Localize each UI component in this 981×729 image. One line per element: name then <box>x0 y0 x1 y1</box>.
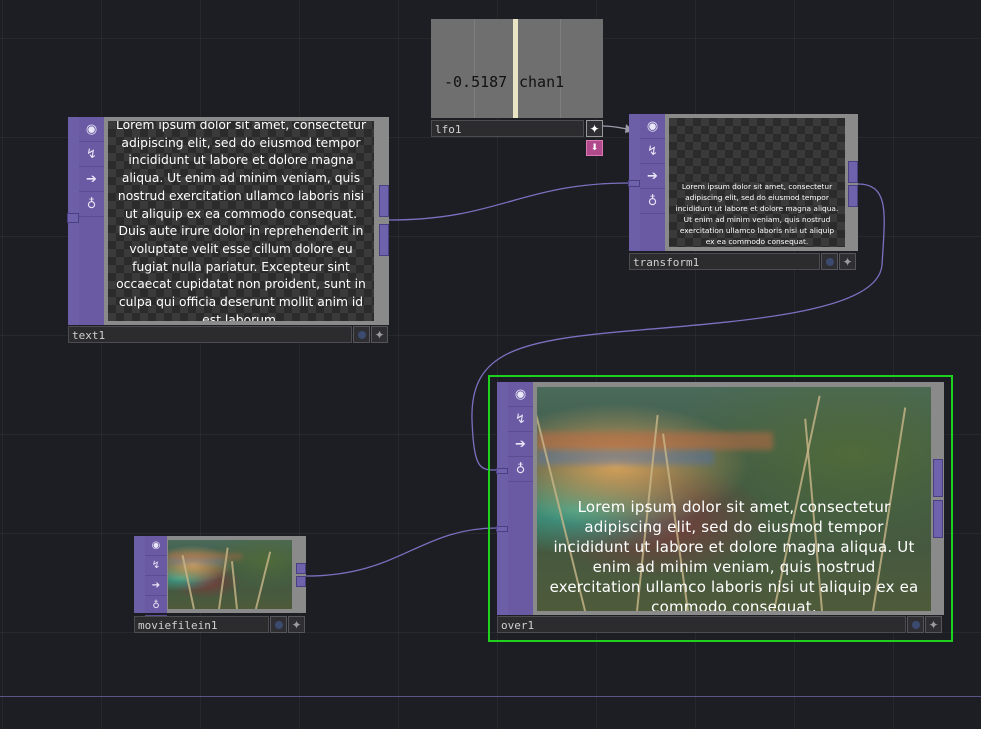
moviefilein1-output-connector[interactable] <box>296 563 306 574</box>
plus-icon: ✦ <box>374 327 385 342</box>
transform1-name[interactable]: transform1 <box>629 253 820 270</box>
viewer-toggle-icon[interactable]: ◉ <box>145 536 167 556</box>
cook-icon[interactable]: ↯ <box>145 556 167 576</box>
moviefilein1-add-button[interactable]: ✦ <box>288 616 305 633</box>
moviefilein1-viewer-button[interactable] <box>270 616 287 633</box>
moviefilein1-icon-column: ◉ ↯ ➔ ♁ <box>145 536 167 616</box>
lfo1-gridline <box>560 19 561 118</box>
bypass-icon[interactable]: ➔ <box>640 164 665 189</box>
lfo1-node[interactable]: -0.5187 chan1 lfo1 ✦ ⬇ <box>431 19 604 156</box>
moviefilein1-output-connector[interactable] <box>296 576 306 587</box>
text1-viewer: Lorem ipsum dolor sit amet, consectetur … <box>108 121 374 321</box>
over1-viewer-text: Lorem ipsum dolor sit amet, consectetur … <box>549 498 919 611</box>
bypass-icon[interactable]: ➔ <box>145 576 167 596</box>
transform1-viewer: Lorem ipsum dolor sit amet, consectetur … <box>669 118 845 247</box>
arrow-down-icon: ⬇ <box>590 143 599 153</box>
wire-text1-transform1[interactable] <box>388 182 631 221</box>
bypass-icon[interactable]: ➔ <box>508 432 533 457</box>
cook-icon[interactable]: ↯ <box>640 139 665 164</box>
transform1-output-connector[interactable] <box>848 185 858 207</box>
cook-icon[interactable]: ↯ <box>508 407 533 432</box>
bypass-icon[interactable]: ➔ <box>79 167 104 192</box>
viewer-dot-icon <box>911 620 920 629</box>
transform1-viewer-button[interactable] <box>821 253 838 270</box>
over1-viewer: Lorem ipsum dolor sit amet, consectetur … <box>537 387 931 611</box>
transform1-input-connector[interactable] <box>628 180 640 187</box>
viewer-toggle-icon[interactable]: ◉ <box>508 382 533 407</box>
text1-icon-column: ◉ ↯ ➔ ♁ <box>79 117 104 325</box>
lfo1-channel: chan1 <box>519 73 565 91</box>
viewer-dot-icon <box>825 257 834 266</box>
lfo1-name[interactable]: lfo1 <box>431 120 584 137</box>
lock-icon[interactable]: ♁ <box>79 192 104 217</box>
lock-icon[interactable]: ♁ <box>145 596 167 616</box>
lfo1-output-marker[interactable]: ⬇ <box>586 140 603 156</box>
transform1-node[interactable]: ◉ ↯ ➔ ♁ Lorem ipsum dolor sit amet, cons… <box>628 114 858 271</box>
text1-viewer-text: Lorem ipsum dolor sit amet, consectetur … <box>115 121 367 321</box>
lock-icon[interactable]: ♁ <box>640 189 665 214</box>
text1-node[interactable]: ◉ ↯ ➔ ♁ Lorem ipsum dolor sit amet, cons… <box>67 117 389 343</box>
viewer-toggle-icon[interactable]: ◉ <box>79 117 104 142</box>
viewer-dot-icon <box>274 620 283 629</box>
over1-viewer-button[interactable] <box>907 616 924 633</box>
transform1-icon-column: ◉ ↯ ➔ ♁ <box>640 114 665 251</box>
over1-input-connector[interactable] <box>496 468 508 474</box>
lock-icon[interactable]: ♁ <box>508 457 533 482</box>
lfo1-gridline <box>474 19 475 118</box>
moviefilein1-name[interactable]: moviefilein1 <box>134 616 269 633</box>
over1-icon-column: ◉ ↯ ➔ ♁ <box>508 382 533 615</box>
moviefilein1-viewer <box>168 540 292 609</box>
cook-icon[interactable]: ↯ <box>79 142 104 167</box>
viewer-dot-icon <box>357 330 366 339</box>
text1-viewer-button[interactable] <box>353 326 370 343</box>
over1-input-connector[interactable] <box>496 526 508 532</box>
transform1-viewer-text: Lorem ipsum dolor sit amet, consectetur … <box>675 182 839 246</box>
text1-name[interactable]: text1 <box>68 326 352 343</box>
lfo1-viewer: -0.5187 chan1 <box>431 19 603 118</box>
over1-add-button[interactable]: ✦ <box>925 616 942 633</box>
plus-icon: ✦ <box>291 617 302 632</box>
over1-name[interactable]: over1 <box>497 616 906 633</box>
wire-moviefilein1-over1[interactable] <box>305 527 498 577</box>
viewer-toggle-icon[interactable]: ◉ <box>640 114 665 139</box>
moviefilein1-node[interactable]: ◉ ↯ ➔ ♁ moviefilein1 ✦ <box>134 536 306 633</box>
text1-output-connector[interactable] <box>379 224 389 256</box>
lfo1-value: -0.5187 <box>444 73 508 91</box>
transform1-output-connector[interactable] <box>848 161 858 183</box>
lfo1-add-button[interactable]: ✦ <box>586 120 603 137</box>
text1-add-button[interactable]: ✦ <box>371 326 388 343</box>
plus-icon: ✦ <box>842 254 853 269</box>
plus-icon: ✦ <box>928 617 939 632</box>
over1-output-connector[interactable] <box>933 500 943 538</box>
over1-output-connector[interactable] <box>933 459 943 497</box>
text1-output-connector[interactable] <box>379 185 389 217</box>
lfo1-playhead <box>513 19 518 118</box>
text1-input-connector[interactable] <box>67 213 79 223</box>
plus-icon: ✦ <box>589 121 600 136</box>
transform1-add-button[interactable]: ✦ <box>839 253 856 270</box>
over1-node[interactable]: ◉ ↯ ➔ ♁ Lorem ipsum dolor sit amet, cons… <box>496 382 944 635</box>
